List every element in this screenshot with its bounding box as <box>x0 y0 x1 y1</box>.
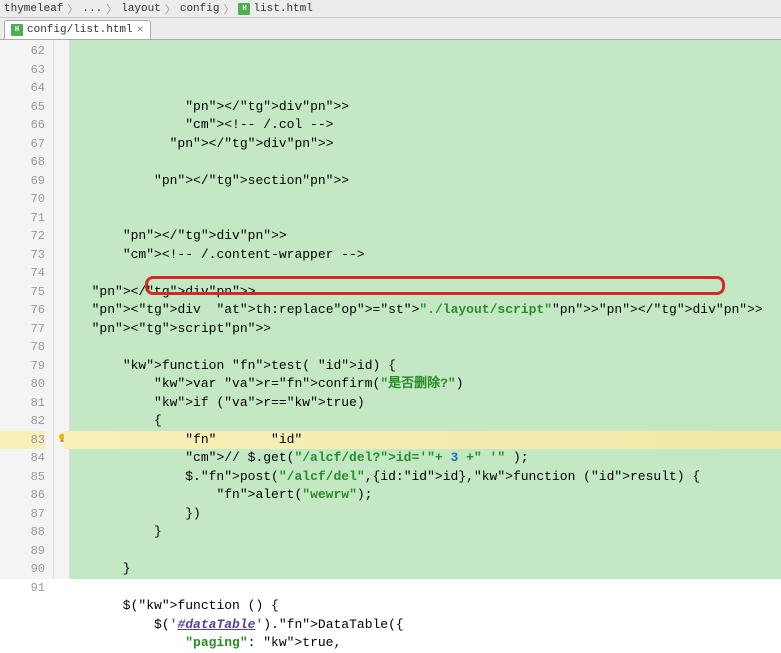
code-line[interactable]: "pn"></"tg">div"pn">> <box>76 227 781 246</box>
code-line[interactable] <box>76 209 781 228</box>
crumb-1[interactable]: ... <box>82 3 102 15</box>
code-line[interactable]: "pn"></"tg">div"pn">> <box>76 283 781 302</box>
crumb-2[interactable]: layout <box>121 3 161 15</box>
code-line[interactable]: $('#dataTable')."fn">DataTable({ <box>76 616 781 635</box>
code-line[interactable]: $."fn">post("/alcf/del",{id:"id">id},"kw… <box>76 468 781 487</box>
tab-label: config/list.html <box>27 24 133 36</box>
editor-tab[interactable]: H config/list.html × <box>4 20 151 39</box>
tab-bar: H config/list.html × <box>0 18 781 40</box>
code-line[interactable]: "paging": "kw">true, <box>76 634 781 653</box>
crumb-0[interactable]: thymeleaf <box>4 3 63 15</box>
crumb-sep: 〉 <box>106 1 117 17</box>
html-file-icon: H <box>11 24 23 36</box>
code-line[interactable]: "pn"></"tg">div"pn">> <box>76 98 781 117</box>
code-line[interactable]: $("kw">function () { <box>76 597 781 616</box>
line-gutter: 6263646566676869707172737475767778798081… <box>0 40 54 579</box>
code-line[interactable]: "pn"><"tg">script"pn">> <box>76 320 781 339</box>
crumb-sep: 〉 <box>223 1 234 17</box>
code-line[interactable]: "cm"><!-- /.col --> <box>76 116 781 135</box>
code-line[interactable]: "pn"></"tg">div"pn">> <box>76 135 781 154</box>
code-line[interactable]: { <box>76 412 781 431</box>
code-line[interactable]: "kw">function "fn">test( "id">id) { <box>76 357 781 376</box>
code-line[interactable]: "fn">alert("wewrw"); <box>76 486 781 505</box>
html-file-icon: H <box>238 3 250 15</box>
code-line[interactable]: "kw">var "va">r="fn">confirm("是否删除?") <box>76 375 781 394</box>
code-line[interactable]: }) <box>76 505 781 524</box>
code-line[interactable] <box>76 579 781 598</box>
code-area[interactable]: "pn"></"tg">div"pn">> "cm"><!-- /.col --… <box>70 40 781 579</box>
code-line[interactable]: } <box>76 560 781 579</box>
code-line[interactable]: } <box>76 523 781 542</box>
crumb-sep: 〉 <box>67 1 78 17</box>
intention-gutter <box>54 40 70 579</box>
breadcrumb-bar: thymeleaf 〉 ... 〉 layout 〉 config 〉 Hlis… <box>0 0 781 18</box>
code-line[interactable]: "cm">// $.get("/alcf/del?">id='"+ 3 +" '… <box>76 449 781 468</box>
code-editor[interactable]: 6263646566676869707172737475767778798081… <box>0 40 781 579</box>
code-line[interactable] <box>76 264 781 283</box>
code-line[interactable]: "pn"></"tg">section"pn">> <box>76 172 781 191</box>
code-line[interactable]: "cm"><!-- /.content-wrapper --> <box>76 246 781 265</box>
crumb-4[interactable]: Hlist.html <box>238 3 312 15</box>
code-line[interactable]: "pn"><"tg">div "at">th:replace"op">="st"… <box>76 301 781 320</box>
code-line[interactable] <box>76 338 781 357</box>
code-line[interactable] <box>76 153 781 172</box>
code-line[interactable] <box>76 190 781 209</box>
code-line[interactable]: "kw">if ("va">r=="kw">true) <box>76 394 781 413</box>
code-line[interactable] <box>76 542 781 561</box>
close-icon[interactable]: × <box>137 23 144 37</box>
crumb-sep: 〉 <box>165 1 176 17</box>
crumb-3[interactable]: config <box>180 3 220 15</box>
